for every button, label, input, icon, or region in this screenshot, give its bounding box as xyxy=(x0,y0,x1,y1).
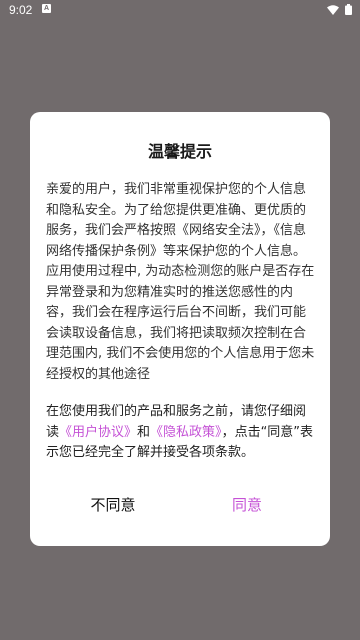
status-icons xyxy=(327,4,352,15)
user-agreement-link[interactable]: 《用户协议》 xyxy=(59,425,137,440)
consent-text: 在您使用我们的产品和服务之前，请您仔细阅读《用户协议》和《隐私政策》，点击“同意… xyxy=(46,402,316,464)
privacy-policy-link[interactable]: 《隐私政策》 xyxy=(150,425,222,440)
battery-icon xyxy=(345,4,352,15)
notification-icon: A xyxy=(42,4,51,13)
privacy-dialog: 温馨提示 亲爱的用户，我们非常重视保护您的个人信息和隐私安全。为了给您提供更准确… xyxy=(30,112,330,546)
dialog-title: 温馨提示 xyxy=(147,142,212,161)
dialog-body-text: 亲爱的用户，我们非常重视保护您的个人信息和隐私安全。为了给您提供更准确、更优质的… xyxy=(46,182,315,382)
consent-and: 和 xyxy=(137,424,151,440)
agree-button[interactable]: 同意 xyxy=(187,490,307,520)
wifi-icon xyxy=(327,4,339,15)
status-bar: 9:02 A xyxy=(0,0,360,20)
status-time: 9:02 xyxy=(9,3,33,17)
disagree-button[interactable]: 不同意 xyxy=(53,490,173,520)
